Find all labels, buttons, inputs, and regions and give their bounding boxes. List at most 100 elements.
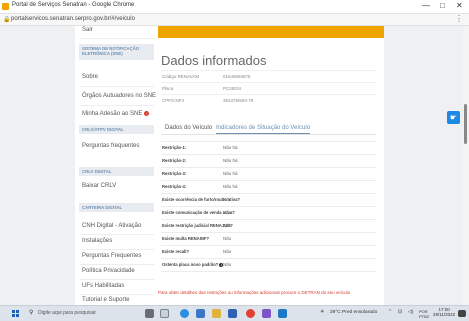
url-text[interactable]: portalservicos.senatran.serpro.gov.br/#/… (11, 16, 135, 22)
widgets-icon[interactable] (160, 309, 169, 318)
sidebar-item-minha-adesao[interactable]: Minha Adesão ao SNE! (82, 111, 150, 118)
sidebar-item-perguntas-frequentes[interactable]: Perguntas frequentes (82, 143, 139, 149)
edge-icon[interactable] (180, 309, 189, 318)
table-row: Existe ocorrência de furto/roubo ativa? … (161, 193, 376, 204)
divider (79, 264, 154, 265)
tab-dados-veiculo[interactable]: Dados do Veículo (165, 125, 212, 131)
table-row: Restrição-3: Não há (161, 167, 376, 178)
table-row: Existe restrição judicial RENAJUD? Não (161, 219, 376, 230)
window-titlebar: Portal de Serviços Senatran - Google Chr… (0, 0, 469, 14)
tabs-divider (161, 134, 376, 135)
window-title: Portal de Serviços Senatran - Google Chr… (12, 2, 135, 8)
sidebar-item-ufs[interactable]: UFs Habilitadas (82, 283, 124, 289)
row-label: Existe recall? (162, 249, 190, 254)
app-icon[interactable] (278, 309, 287, 318)
row-label-with-info: Ostenta placa novo padrão? i (162, 262, 224, 267)
page-scrollbar[interactable] (463, 26, 469, 305)
info-label: Placa (162, 86, 174, 91)
row-label: Restrição-4: (162, 184, 187, 189)
info-value: 01646593675 (223, 74, 251, 79)
lock-icon: 🔒 (3, 17, 11, 23)
info-label: CPF/CNPJ (162, 98, 185, 103)
sidebar-item-cnh-digital[interactable]: CNH Digital - Ativação (82, 223, 141, 229)
clock-date: 29/11/2022 (433, 312, 456, 317)
sidebar-item-instalacoes[interactable]: Instalações (82, 238, 112, 244)
row-value: Não (223, 236, 232, 241)
table-row: Ostenta placa novo padrão? i Não (161, 258, 376, 269)
weather-text[interactable]: 29°C Pred ensolarado (330, 310, 377, 315)
folder-icon[interactable] (212, 309, 221, 318)
row-value: Não (223, 262, 232, 267)
window-favicon-icon (2, 3, 9, 10)
close-button[interactable]: ✕ (456, 1, 463, 11)
page-title: Dados informados (161, 53, 267, 68)
table-row: Restrição-4: Não há (161, 180, 376, 191)
row-label: Existe multa RENAINF? (162, 236, 210, 241)
row-value: Não há (223, 184, 238, 189)
row-value: Não (223, 210, 232, 215)
main-panel: Dados informados Código RENAVAM 01646593… (158, 26, 384, 305)
divider (79, 234, 154, 235)
tab-indicadores[interactable]: Indicadores de Situação do Veículo (216, 125, 311, 134)
tray-chevron-icon[interactable]: ⌃ (388, 310, 392, 315)
sidebar-item-tutorial[interactable]: Tutorial e Suporte (82, 297, 129, 303)
sidebar-item-perguntas[interactable]: Perguntas Frequentes (82, 253, 141, 259)
sidebar-item-baixar-crlv[interactable]: Baixar CRLV (82, 183, 116, 189)
mail-icon[interactable] (228, 309, 237, 318)
divider (79, 86, 154, 87)
taskbar: ⚲ Digite aqui para pesquisar ☀ 29°C Pred… (0, 305, 469, 321)
row-value: Não há (223, 145, 238, 150)
network-icon[interactable]: ⊡ (398, 310, 402, 315)
info-value: 383375/604-78 (223, 98, 254, 103)
info-value: PCI3E04 (223, 86, 242, 91)
language-indicator[interactable]: POR PTB2 (419, 309, 431, 319)
app-icon[interactable] (262, 309, 271, 318)
section-carteira-digital: CARTEIRA DIGITAL (79, 203, 154, 212)
sidebar-item-sair[interactable]: Sair (82, 27, 93, 33)
sidebar-item-politica[interactable]: Política Privacidade (82, 268, 135, 274)
alert-badge-icon: ! (144, 111, 150, 116)
row-label: Restrição-3: (162, 171, 187, 176)
weather-icon[interactable]: ☀ (320, 310, 324, 315)
address-bar[interactable]: 🔒 portalservicos.senatran.serpro.gov.br/… (0, 14, 469, 26)
scrollbar-thumb[interactable] (464, 104, 467, 144)
divider (79, 279, 154, 280)
info-label: Código RENAVAM (162, 74, 200, 79)
sidebar: Sair SISTEMA DE NOTIFICAÇÃO ELETRÔNICA (… (75, 26, 158, 305)
row-label: Restrição-2: (162, 158, 187, 163)
table-end (161, 271, 376, 273)
search-placeholder: Digite aqui para pesquisar (38, 310, 97, 316)
speaker-icon[interactable]: ◁) (408, 310, 413, 315)
table-row: Restrição-1: Não há (161, 141, 376, 152)
store-icon[interactable] (196, 309, 205, 318)
row-value: Não (223, 197, 232, 202)
minimize-button[interactable]: — (422, 1, 430, 11)
divider (79, 294, 154, 295)
search-icon: ⚲ (29, 310, 34, 316)
sidebar-item-orgaos[interactable]: Órgãos Autuadores no SNE (82, 93, 156, 99)
clock[interactable]: 17:00 29/11/2022 (433, 307, 455, 317)
sidebar-item-label: Minha Adesão ao SNE (82, 111, 143, 118)
row-value: Não (223, 249, 232, 254)
table-row: Restrição-2: Não há (161, 154, 376, 165)
browser-menu-icon[interactable]: ⋮ (455, 14, 463, 23)
row-label: Restrição-1: (162, 145, 187, 150)
divider (79, 105, 154, 106)
task-view-icon[interactable] (145, 309, 154, 318)
row-value: Não (223, 223, 232, 228)
windows-start-icon[interactable] (12, 310, 20, 318)
hand-pointer-icon[interactable]: ☛ (447, 111, 460, 124)
info-row: CPF/CNPJ 383375/604-78 (161, 94, 376, 103)
taskbar-search[interactable]: ⚲ Digite aqui para pesquisar (28, 309, 133, 318)
info-row: Placa PCI3E04 (161, 82, 376, 91)
section-crlv-atpv: CRLV/ATPV DIGITAL (79, 125, 154, 134)
divider (79, 38, 154, 39)
maximize-button[interactable]: □ (440, 1, 445, 11)
accent-bar (158, 26, 384, 38)
table-row: Existe comunicação de venda ativa? Não (161, 206, 376, 217)
sidebar-item-sobre[interactable]: Sobre (82, 74, 98, 80)
row-value: Não há (223, 171, 238, 176)
section-sne: SISTEMA DE NOTIFICAÇÃO ELETRÔNICA (SNE) (79, 44, 154, 60)
chrome-icon[interactable] (246, 309, 255, 318)
notifications-icon[interactable] (458, 310, 466, 317)
